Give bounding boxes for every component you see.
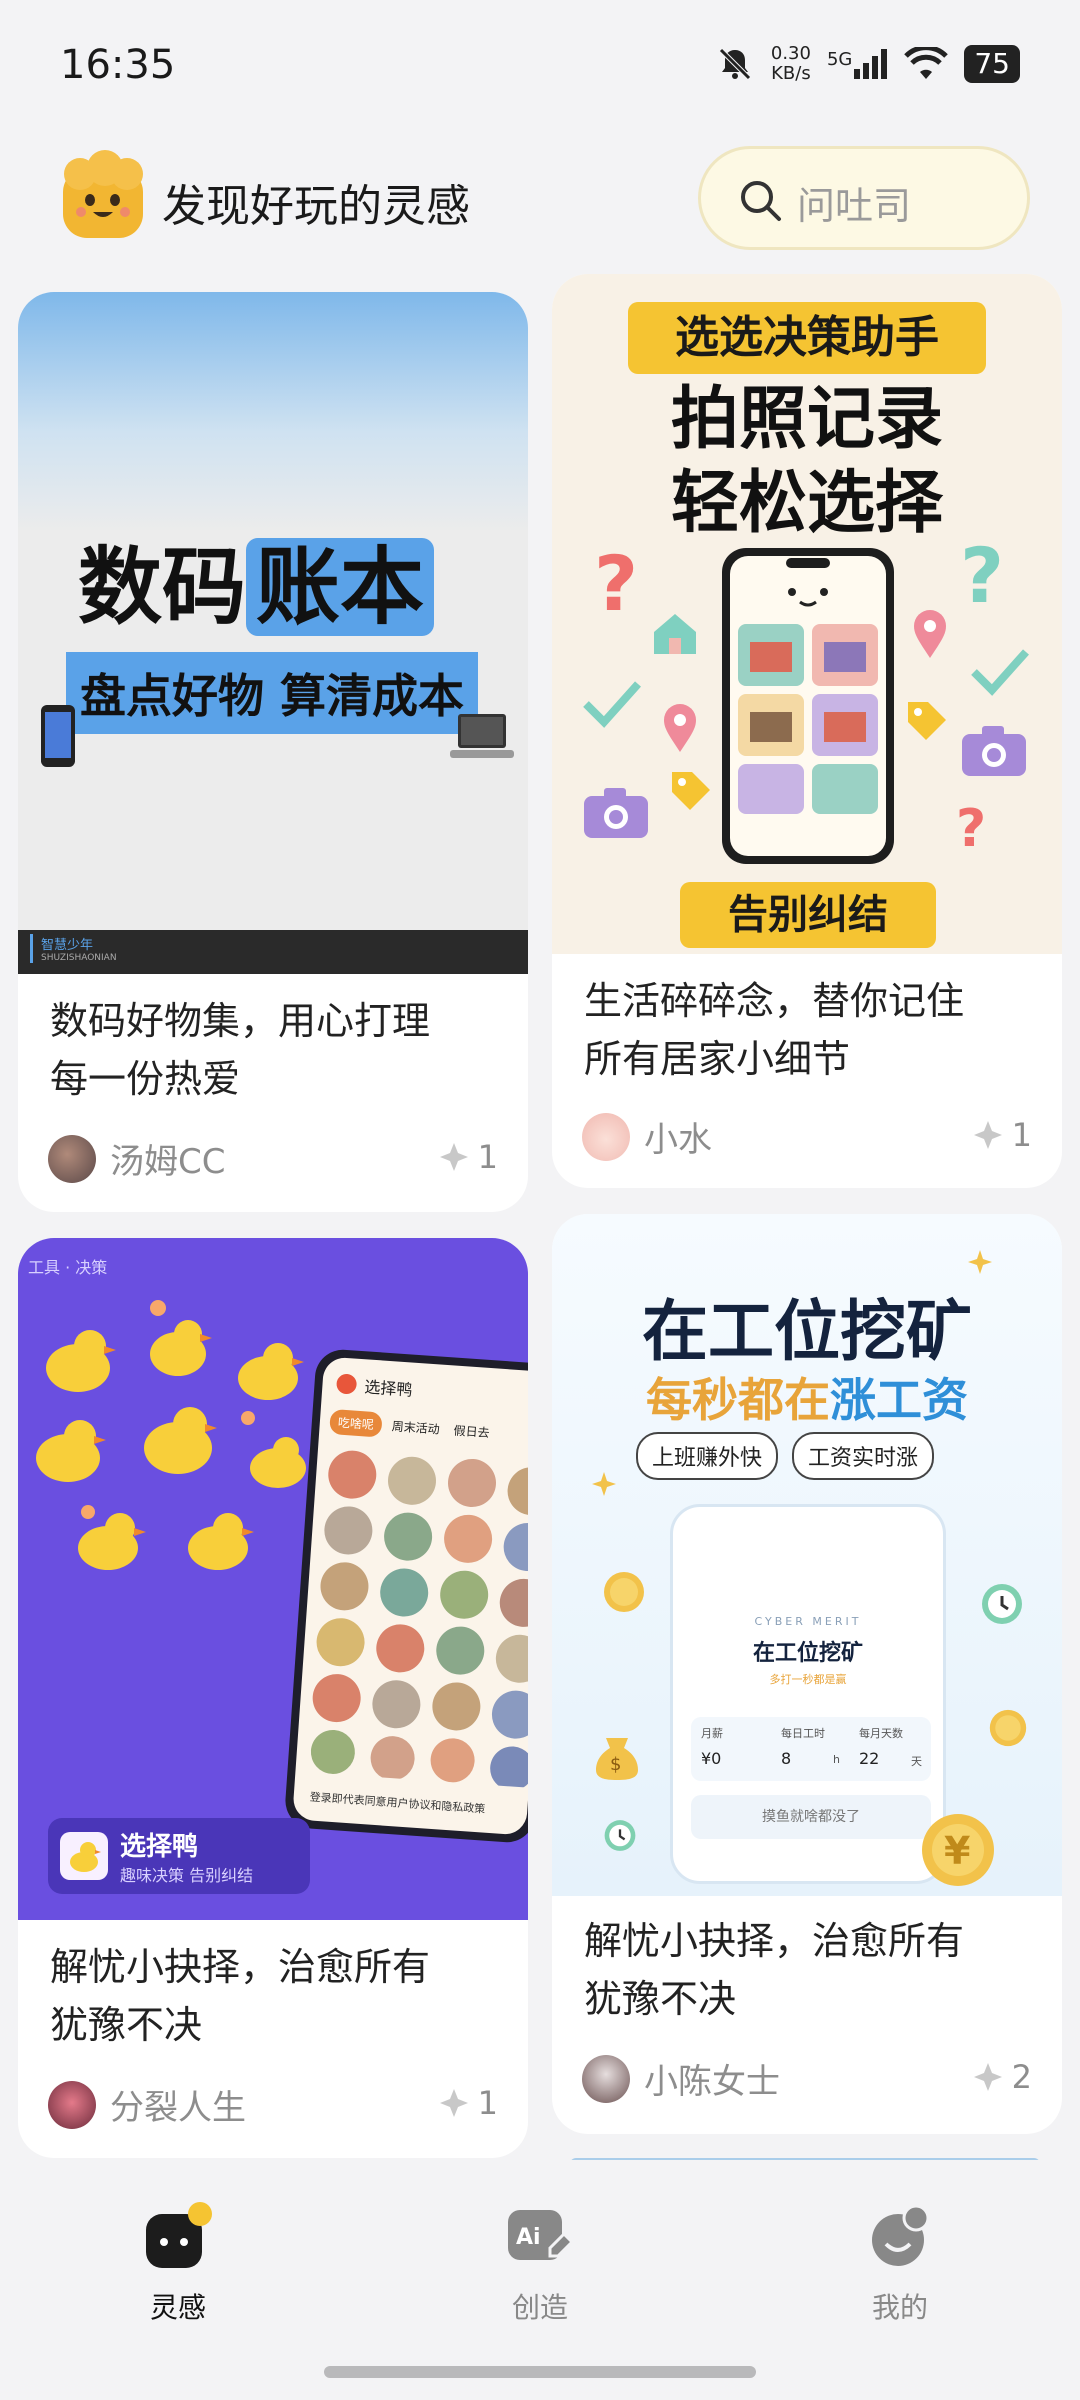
like-count[interactable]: 1 <box>438 2084 498 2122</box>
svg-text:Ai: Ai <box>516 2225 541 2250</box>
card-cover: 工具 · 决策 选择鸭 吃啥呢 周末活动 假日去 登录即代表同意用户协议和隐私政… <box>18 1238 528 1920</box>
inspiration-icon <box>146 2202 212 2268</box>
card-title: 生活碎碎念，替你记住 所有居家小细节 <box>584 979 965 1081</box>
feed-card[interactable]: 在工位挖矿 每秒都在涨工资 上班赚外快 工资实时涨 CYBER MERIT 在工… <box>552 1214 1062 2134</box>
card-author[interactable]: 分裂人生 <box>48 2080 246 2129</box>
phone-illustration <box>722 548 894 864</box>
sparkle-icon <box>973 1121 1002 1149</box>
cover-headline: 拍照记录 轻松选择 <box>670 380 943 543</box>
card-title: 解忧小抉择，治愈所有 犹豫不决 <box>584 1919 965 2021</box>
search-icon <box>741 181 781 221</box>
search-box[interactable]: 问吐司 <box>698 146 1030 250</box>
mute-bell-icon <box>719 48 751 80</box>
question-mark-icon: ? <box>956 800 986 856</box>
home-indicator[interactable] <box>324 2366 756 2378</box>
avatar <box>48 2080 96 2129</box>
tag-icon <box>672 772 710 810</box>
toast-logo-icon <box>63 150 143 238</box>
card-title: 解忧小抉择，治愈所有 犹豫不决 <box>50 1945 431 2047</box>
sparkle-icon <box>973 2063 1002 2091</box>
feed-card[interactable]: 工具 · 决策 选择鸭 吃啥呢 周末活动 假日去 登录即代表同意用户协议和隐私政… <box>18 1238 528 2158</box>
cover-tag: 选选决策助手 <box>628 302 986 374</box>
avatar <box>582 1112 630 1161</box>
phone-illustration: CYBER MERIT 在工位挖矿 多打一秒都是赢 月薪 每日工时 每月天数 ¥… <box>670 1504 946 1884</box>
alarm-clock-icon <box>604 1820 636 1851</box>
duck-illustration <box>36 1300 306 1570</box>
feed-card[interactable]: 数码 账本 盘点好物 算清成本 智慧少年 SHUZISHAONIAN 数码好物集，… <box>18 292 528 1212</box>
cover-corner-label: 工具 · 决策 <box>28 1258 108 1277</box>
svg-text:¥: ¥ <box>944 1829 970 1873</box>
header: 发现好玩的灵感 问吐司 <box>0 140 1080 270</box>
like-count[interactable]: 1 <box>438 1138 498 1176</box>
sparkle-star-icon <box>592 1472 616 1496</box>
cover-subline: 每秒都在涨工资 <box>646 1373 968 1427</box>
avatar <box>48 1134 96 1183</box>
search-placeholder: 问吐司 <box>797 184 912 228</box>
card-author[interactable]: 汤姆CC <box>48 1134 225 1183</box>
cover-headline: 在工位挖矿 <box>642 1293 972 1370</box>
camera-icon <box>962 726 1026 776</box>
avatar <box>582 2054 630 2103</box>
camera-icon <box>584 788 648 838</box>
feed-card[interactable]: 选选决策助手 拍照记录 轻松选择 ? ? ? 告别纠结 生活碎碎念，替你记住 所有居 <box>552 274 1062 1188</box>
checkmark-icon <box>583 681 641 728</box>
smartphone-icon <box>41 705 75 767</box>
question-mark-icon: ? <box>960 536 1004 616</box>
coin-icon <box>604 1572 644 1612</box>
cover-bottom-label: 告别纠结 <box>680 882 936 948</box>
status-bar: 16:35 0.30 KB/s 5G 75 <box>0 0 1080 135</box>
location-pin-icon <box>664 704 696 752</box>
checkmark-icon <box>971 649 1029 696</box>
card-author[interactable]: 小水 <box>582 1112 712 1161</box>
svg-text:?: ? <box>594 544 638 624</box>
house-icon <box>654 614 696 654</box>
tab-profile[interactable]: 我的 <box>820 2200 980 2326</box>
card-cover: 选选决策助手 拍照记录 轻松选择 ? ? ? 告别纠结 <box>552 274 1062 954</box>
like-count[interactable]: 1 <box>972 1116 1032 1154</box>
card-title: 数码好物集，用心打理 每一份热爱 <box>50 999 431 1101</box>
coin-icon <box>989 1709 1027 1747</box>
yen-coin-icon: ¥ <box>922 1814 994 1886</box>
card-cover: 数码 账本 盘点好物 算清成本 智慧少年 SHUZISHAONIAN <box>18 292 528 974</box>
wifi-icon <box>904 47 949 79</box>
battery-indicator: 75 <box>964 45 1020 83</box>
cover-headline: 数码 账本 <box>78 520 435 641</box>
tab-create[interactable]: Ai 创造 <box>460 2200 620 2326</box>
sparkle-icon <box>439 2089 468 2117</box>
net-speed: 0.30 KB/s <box>770 43 811 84</box>
question-mark-icon: ? <box>594 544 638 624</box>
laptop-icon <box>450 714 514 758</box>
sparkle-star-icon <box>968 1250 992 1274</box>
ai-create-icon: Ai <box>508 2210 575 2260</box>
cover-brand-bar: 智慧少年 SHUZISHAONIAN <box>18 930 528 974</box>
page-title: 发现好玩的灵感 <box>162 181 470 232</box>
alarm-clock-icon <box>982 1584 1022 1624</box>
location-pin-icon <box>914 610 946 658</box>
card-cover: 在工位挖矿 每秒都在涨工资 上班赚外快 工资实时涨 CYBER MERIT 在工… <box>552 1214 1062 1896</box>
sparkle-icon <box>439 1143 468 1171</box>
phone-illustration: 选择鸭 吃啥呢 周末活动 假日去 登录即代表同意用户协议和隐私政策 <box>283 1347 528 1845</box>
svg-text:$: $ <box>610 1754 621 1775</box>
money-bag-icon: $ <box>596 1738 638 1780</box>
cover-pills: 上班赚外快 工资实时涨 <box>636 1432 935 1480</box>
status-time: 16:35 <box>60 42 176 88</box>
cover-subline: 盘点好物 算清成本 <box>66 652 479 734</box>
choice-bubbles <box>310 1450 528 1788</box>
card-author[interactable]: 小陈女士 <box>582 2054 780 2103</box>
app-icon <box>335 1373 358 1395</box>
bottom-tab-bar: 灵感 Ai 创造 我的 <box>0 2160 1080 2400</box>
svg-text:?: ? <box>960 536 1004 616</box>
tab-inspiration[interactable]: 灵感 <box>98 2200 258 2326</box>
like-count[interactable]: 2 <box>972 2058 1032 2096</box>
phone-footer-text: 登录即代表同意用户协议和隐私政策 <box>309 1790 486 1816</box>
tag-icon <box>908 702 946 740</box>
duck-icon <box>60 1832 108 1880</box>
signal-icon: 5G <box>827 49 888 79</box>
profile-icon <box>872 2204 930 2266</box>
svg-text:?: ? <box>956 800 986 856</box>
app-badge: 选择鸭 趣味决策 告别纠结 <box>48 1818 310 1894</box>
